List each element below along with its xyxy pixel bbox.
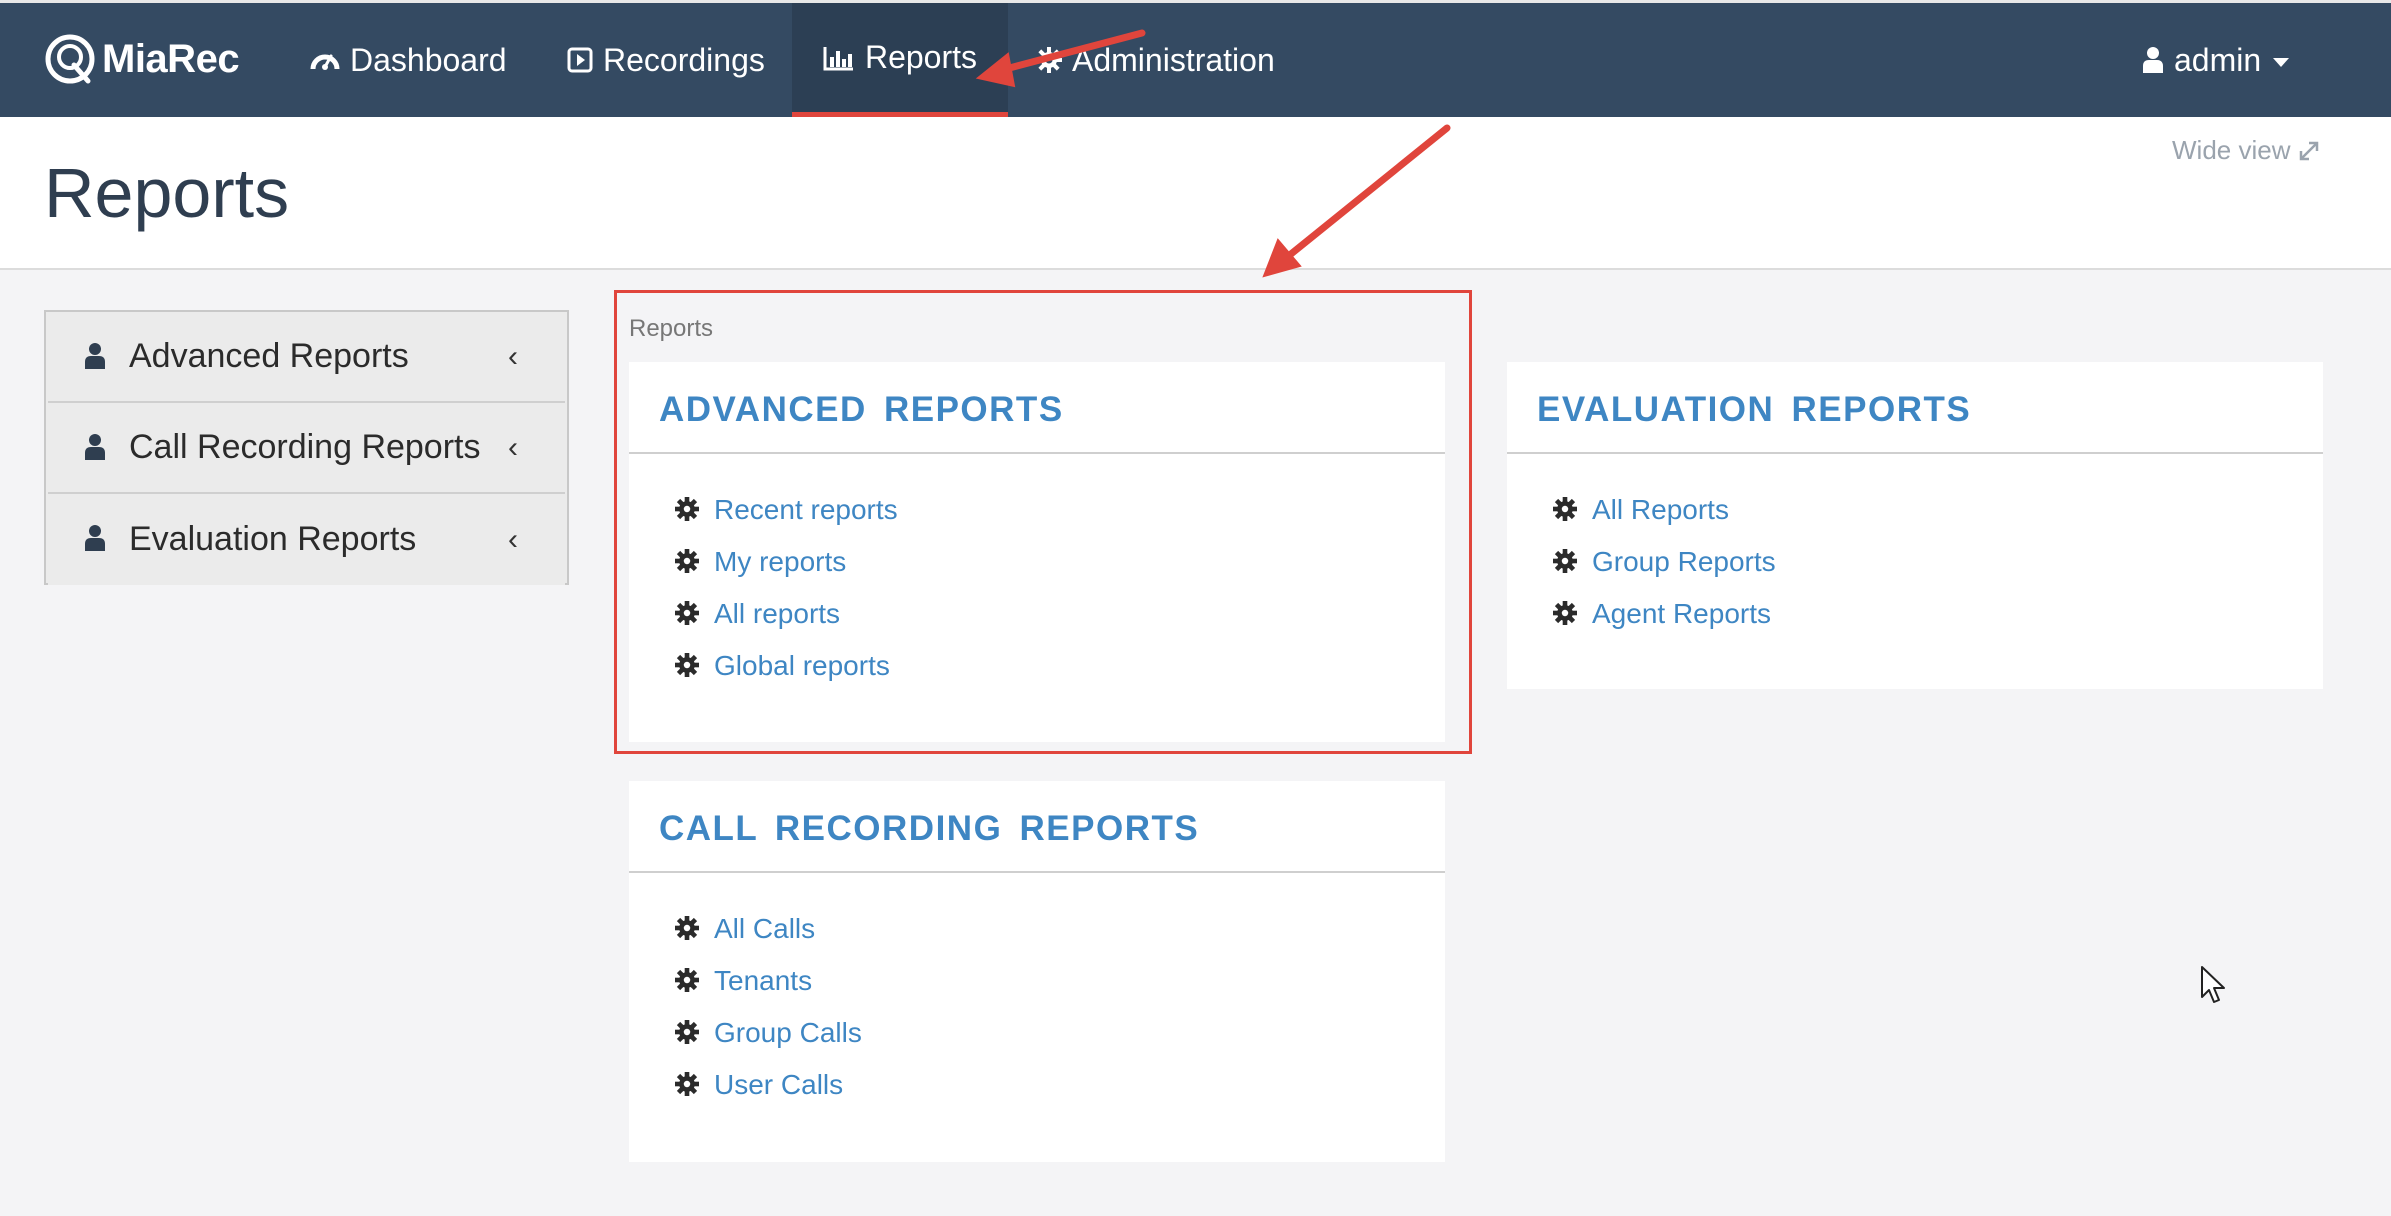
nav-recordings[interactable]: Recordings <box>567 3 765 117</box>
user-menu-label: admin <box>2174 41 2262 78</box>
report-link-label: All Reports <box>1592 494 1729 525</box>
gear-icon <box>1553 549 1577 573</box>
sidebar-item-advanced-reports[interactable]: Advanced Reports ‹ <box>48 312 565 403</box>
gear-icon <box>675 968 699 992</box>
nav-dashboard-label: Dashboard <box>350 41 507 78</box>
report-link-tenants[interactable]: Tenants <box>629 955 1445 1007</box>
sidebar-item-evaluation-reports[interactable]: Evaluation Reports ‹ <box>48 494 565 585</box>
page-title: Reports <box>44 154 290 232</box>
report-link-label: User Calls <box>714 1069 844 1100</box>
user-icon <box>85 343 105 369</box>
user-icon <box>85 525 105 551</box>
gear-icon <box>1036 47 1062 73</box>
gear-icon <box>675 1020 699 1044</box>
report-link-list: All Calls Tenants Group Calls User Calls <box>629 873 1445 1111</box>
bar-chart-icon <box>823 46 853 70</box>
gear-icon <box>675 916 699 940</box>
sidebar-item-label: Evaluation Reports <box>129 520 417 558</box>
report-link-label: All Calls <box>714 913 816 944</box>
brand-logo[interactable]: MiaRec <box>44 29 240 89</box>
wide-view-label: Wide view <box>2172 135 2291 165</box>
sidebar-item-label: Advanced Reports <box>129 337 409 375</box>
page-header: Reports Wide view <box>0 117 2391 270</box>
play-icon <box>567 47 593 73</box>
nav-dashboard[interactable]: Dashboard <box>310 3 507 117</box>
chevron-left-icon: ‹ <box>508 339 518 373</box>
user-icon <box>2143 47 2163 73</box>
report-link-label: Tenants <box>714 965 813 996</box>
nav-administration[interactable]: Administration <box>1036 3 1275 117</box>
expand-icon <box>2300 141 2319 160</box>
chevron-left-icon: ‹ <box>508 430 518 464</box>
wide-view-toggle[interactable]: Wide view <box>2172 135 2320 166</box>
top-navbar: MiaRec Dashboard Recordings Reports Admi… <box>0 0 2391 117</box>
chevron-down-icon <box>2273 57 2290 67</box>
sidebar-item-label: Call Recording Reports <box>129 428 481 466</box>
user-icon <box>85 434 105 460</box>
report-link-label: Agent Reports <box>1592 598 1771 629</box>
report-link-label: Group Reports <box>1592 546 1776 577</box>
report-link-all-reports[interactable]: All Reports <box>1507 484 2323 536</box>
sidebar-menu: Advanced Reports ‹ Call Recording Report… <box>44 310 569 585</box>
report-link-group-reports[interactable]: Group Reports <box>1507 536 2323 588</box>
panel-title: EVALUATION REPORTS <box>1507 362 2323 454</box>
gear-icon <box>1553 497 1577 521</box>
report-link-agent-reports[interactable]: Agent Reports <box>1507 588 2323 640</box>
panel-title: CALL RECORDING REPORTS <box>629 781 1445 873</box>
brand-name: MiaRec <box>102 36 240 81</box>
sidebar-item-call-recording-reports[interactable]: Call Recording Reports ‹ <box>48 403 565 494</box>
evaluation-reports-panel: EVALUATION REPORTS All Reports Group Rep… <box>1507 362 2323 689</box>
miarec-logo-icon <box>45 34 95 84</box>
mouse-cursor-icon <box>2201 966 2225 1003</box>
call-recording-reports-panel: CALL RECORDING REPORTS All Calls Tenants… <box>629 781 1445 1162</box>
nav-reports-label: Reports <box>864 39 978 75</box>
dashboard-icon <box>310 54 340 70</box>
user-menu[interactable]: admin <box>2142 3 2290 117</box>
report-link-list: All Reports Group Reports Agent Reports <box>1507 454 2323 640</box>
report-link-all-calls[interactable]: All Calls <box>629 903 1445 955</box>
gear-icon <box>675 1072 699 1096</box>
nav-reports[interactable]: Reports <box>792 3 1008 117</box>
report-link-user-calls[interactable]: User Calls <box>629 1059 1445 1111</box>
report-link-label: Group Calls <box>714 1017 862 1048</box>
gear-icon <box>1553 601 1577 625</box>
chevron-left-icon: ‹ <box>508 522 518 556</box>
nav-recordings-label: Recordings <box>603 41 765 78</box>
report-link-group-calls[interactable]: Group Calls <box>629 1007 1445 1059</box>
nav-administration-label: Administration <box>1072 41 1275 78</box>
annotation-highlight-box <box>614 290 1472 754</box>
